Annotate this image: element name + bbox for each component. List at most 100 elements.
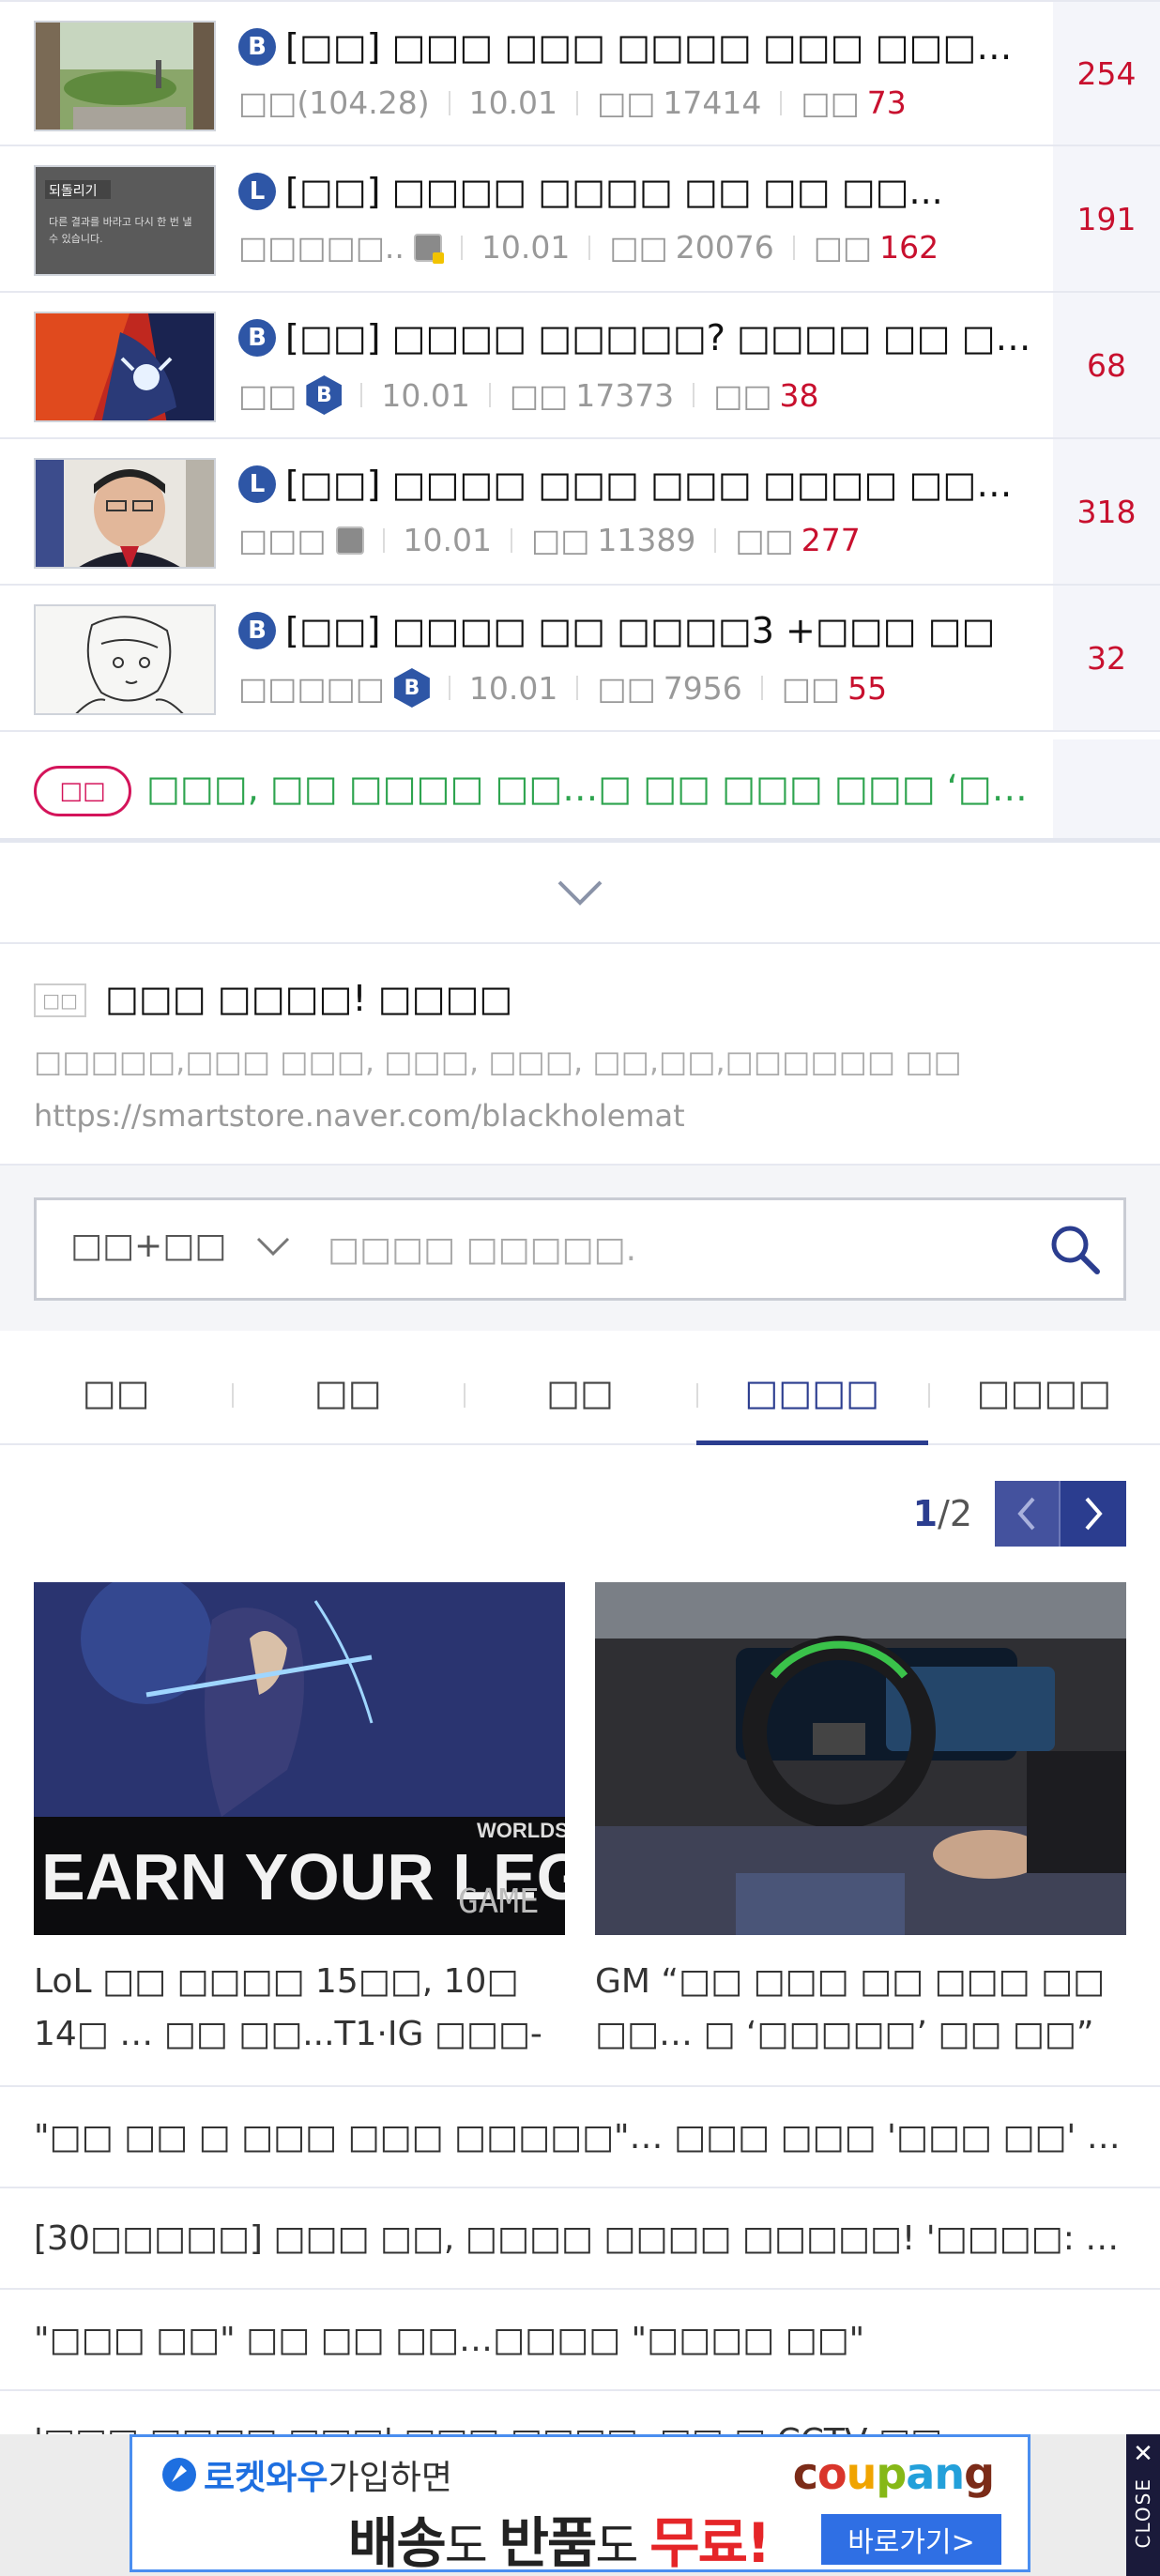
ad-url[interactable]: https://smartstore.naver.com/blackholema… [34,1098,685,1134]
post-title-text[interactable]: [□□] □□□□ □□□□ □□ □□ □□... [285,171,943,212]
post-date: 10.01 [403,522,493,558]
close-ad-button[interactable]: ✕ CLOSE [1126,2434,1160,2576]
news-list-item[interactable]: "□□ □□ □ □□□ □□□ □□□□□"… □□□ □□□ '□□□ □□… [0,2085,1160,2187]
notice-text[interactable]: □□□, □□ □□□□ □□…□ □□ □□□ □□□ ‘□□□… [146,768,1038,809]
notice-reply-col [1053,739,1160,838]
post-title[interactable]: L [□□] □□□□ □□□ □□□ □□□□ □□□ □□ [238,464,1044,505]
search-section: □□+□□ [0,1166,1160,1331]
tab-3[interactable]: □□ [464,1342,695,1443]
post-author[interactable]: □□□□□ [238,670,385,707]
board-b-icon: B [238,319,276,357]
post-row[interactable]: B [□□] □□□ □□□ □□□□ □□□ □□□□□? □□(104.28… [0,0,1160,146]
search-button[interactable] [1046,1221,1103,1277]
post-thumbnail[interactable] [34,312,216,422]
coupang-banner[interactable]: 로켓와우 가입하면 배송도 반품도 무료! coupang 바로가기> [130,2434,1030,2575]
svg-text:다른 결과를 바라고 다시 한 번 낼: 다른 결과를 바라고 다시 한 번 낼 [49,216,192,228]
also-text: 도 [595,2519,650,2573]
news-card-title[interactable]: LoL □□ □□□□ 15□□, 10□ 14□ … □□ □□...T1·I… [34,1956,565,2061]
views-label: □□ [609,229,668,266]
likes-label: □□ [801,84,860,121]
reply-count[interactable]: 32 [1053,586,1160,730]
post-author[interactable]: □□□□□.. [238,229,404,266]
news-card[interactable]: GM “□□ □□□ □□ □□□ □□ □□… □ ‘□□□□□’ □□ □□… [595,1582,1126,2061]
chevron-down-icon [257,1237,290,1256]
post-row[interactable]: B [□□] □□□□ □□ □□□□3 +□□□ □□ □□□□□ B 10.… [0,586,1160,732]
post-title-text[interactable]: [□□] □□□□ □□ □□□□3 +□□□ □□ [285,610,995,651]
post-author[interactable]: □□□ [238,522,327,558]
search-type-select[interactable]: □□+□□ [70,1227,292,1265]
post-title[interactable]: L [□□] □□□□ □□□□ □□ □□ □□... [238,171,1044,212]
post-author[interactable]: □□ [238,377,297,414]
news-list: "□□ □□ □ □□□ □□□ □□□□□"… □□□ □□□ '□□□ □□… [0,2085,1160,2491]
reply-count[interactable]: 191 [1053,146,1160,291]
search-input[interactable] [328,1223,1041,1275]
news-list-item[interactable]: [30□□□□□] □□□ □□, □□□□ □□□□ □□□□□! '□□□□… [0,2187,1160,2288]
post-author[interactable]: □□(104.28) [238,84,430,121]
post-title[interactable]: B [□□] □□□□ □□ □□□□3 +□□□ □□ [238,610,1044,651]
prev-page-button[interactable] [995,1481,1061,1547]
likes-label: □□ [735,522,794,558]
meta-divider [448,90,450,115]
post-title-text[interactable]: [□□] □□□□ □□□ □□□ □□□□ □□□ □□ [285,464,1044,505]
current-page: 1 [912,1493,939,1534]
news-cards: EARN YOUR LEGACY WORLDS 25 GAME LoL □□ □… [34,1582,1126,2061]
news-card-title[interactable]: GM “□□ □□□ □□ □□□ □□ □□… □ ‘□□□□□’ □□ □□… [595,1956,1126,2061]
meta-divider [714,527,717,553]
notice-tag: □□ [34,766,131,816]
post-title-text[interactable]: [□□] □□□□ □□□□□? □□□□ □□ □□□□□… [285,317,1044,358]
svg-text:되돌리기: 되돌리기 [49,184,98,199]
post-thumbnail[interactable] [34,458,216,569]
tab-5[interactable]: □□□□ [927,1342,1160,1443]
board-b-icon: B [238,28,276,66]
news-headline[interactable]: "□□□ □□" □□ □□ □□…□□□□ "□□□□ □□" [34,2321,864,2359]
news-tabs: □□ □□ □□ □□□□ □□□□ [0,1342,1160,1445]
post-views: 7956 [663,669,742,707]
close-icon: ✕ [1133,2440,1153,2468]
go-now-button[interactable]: 바로가기> [821,2514,1001,2565]
expand-more-button[interactable] [0,843,1160,944]
news-headline[interactable]: [30□□□□□] □□□ □□, □□□□ □□□□ □□□□□! '□□□□… [34,2219,1126,2258]
free-text: 무료! [649,2511,771,2575]
likes-label: □□ [713,376,772,414]
news-card-image[interactable] [595,1582,1126,1935]
total-pages: /2 [938,1493,972,1534]
next-page-button[interactable] [1061,1481,1126,1547]
tab-2[interactable]: □□ [232,1342,464,1443]
pager: 1/2 [913,1481,1126,1547]
meta-divider [760,676,763,700]
post-title[interactable]: B [□□] □□□□ □□□□□? □□□□ □□ □□□□□… [238,317,1044,358]
post-title[interactable]: B [□□] □□□ □□□ □□□□ □□□ □□□□□? [238,26,1044,68]
ad-tag: □□ [34,983,86,1017]
text-ad[interactable]: □□ □□□ □□□□! □□□□ □□□□□,□□□ □□□, □□□, □□… [0,944,1160,1166]
tab-4-active[interactable]: □□□□ [695,1342,929,1445]
post-thumbnail[interactable] [34,21,216,131]
meta-divider [360,383,363,407]
post-meta: □□(104.28) 10.01 □□ 17414 □□ 73 [238,84,1044,121]
news-headline[interactable]: "□□ □□ □ □□□ □□□ □□□□□"… □□□ □□□ '□□□ □□… [34,2118,1126,2157]
news-list-item[interactable]: "□□□ □□" □□ □□ □□…□□□□ "□□□□ □□" [0,2288,1160,2389]
post-views: 17373 [575,376,675,414]
post-title-text[interactable]: [□□] □□□ □□□ □□□□ □□□ □□□□□? [285,26,1044,68]
post-row[interactable]: L [□□] □□□□ □□□ □□□ □□□□ □□□ □□ □□□ 10.0… [0,439,1160,586]
post-meta: □□ B 10.01 □□ 17373 □□ 38 [238,375,1044,415]
post-thumbnail[interactable] [34,604,216,715]
post-date: 10.01 [468,84,558,121]
page-indicator: 1/2 [913,1493,972,1534]
meta-divider [576,90,579,115]
chevron-down-icon [557,880,603,906]
post-date: 10.01 [468,669,558,707]
ad-title[interactable]: □□□ □□□□! □□□□ [105,978,512,1019]
views-label: □□ [597,84,656,121]
post-row[interactable]: B [□□] □□□□ □□□□□? □□□□ □□ □□□□□… □□ B 1… [0,293,1160,439]
reply-count[interactable]: 318 [1053,439,1160,584]
news-card-image[interactable]: EARN YOUR LEGACY WORLDS 25 GAME [34,1582,565,1935]
reply-count[interactable]: 68 [1053,293,1160,437]
post-row[interactable]: 되돌리기 다른 결과를 바라고 다시 한 번 낼수 있습니다. L [□□] □□… [0,146,1160,293]
notice-row[interactable]: □□ □□□, □□ □□□□ □□…□ □□ □□□ □□□ ‘□□□… [0,739,1160,843]
post-thumbnail[interactable]: 되돌리기 다른 결과를 바라고 다시 한 번 낼수 있습니다. [34,165,216,276]
game-watermark: GAME [458,1882,540,1921]
tab-1[interactable]: □□ [0,1342,232,1443]
reply-count[interactable]: 254 [1053,2,1160,145]
meta-divider [511,527,513,553]
news-card[interactable]: EARN YOUR LEGACY WORLDS 25 GAME LoL □□ □… [34,1582,565,2061]
